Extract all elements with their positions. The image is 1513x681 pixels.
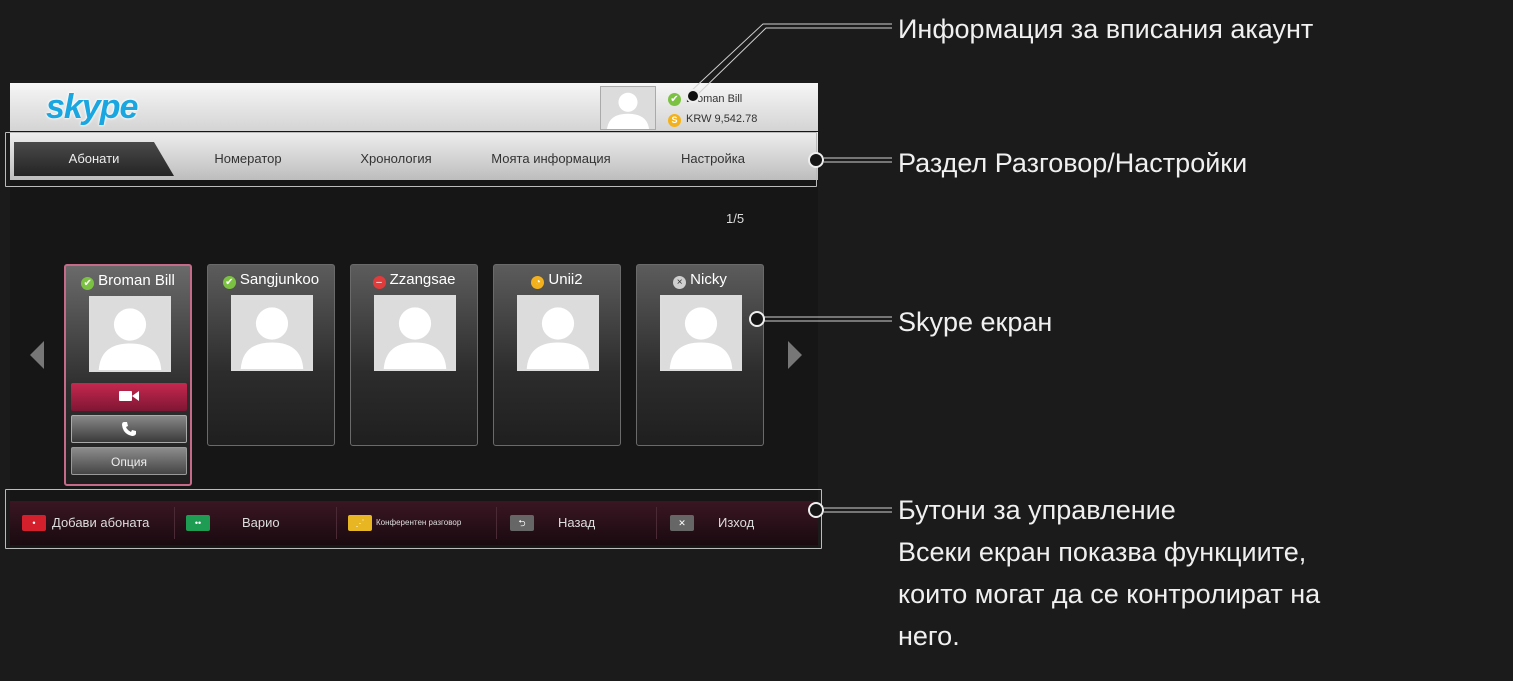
- annotation-controls-title: Бутони за управление: [898, 495, 1176, 525]
- annotation-controls-desc-1: Всеки екран показва функциите,: [898, 537, 1307, 567]
- annotation-controls-desc-2: които могат да се контролират на: [898, 579, 1321, 609]
- annotation-controls-desc-3: него.: [898, 621, 960, 651]
- annotation-account-info: Информация за вписания акаунт: [898, 14, 1314, 44]
- annotation-section: Раздел Разговор/Настройки: [898, 148, 1248, 178]
- annotation-screen: Skype екран: [898, 307, 1053, 337]
